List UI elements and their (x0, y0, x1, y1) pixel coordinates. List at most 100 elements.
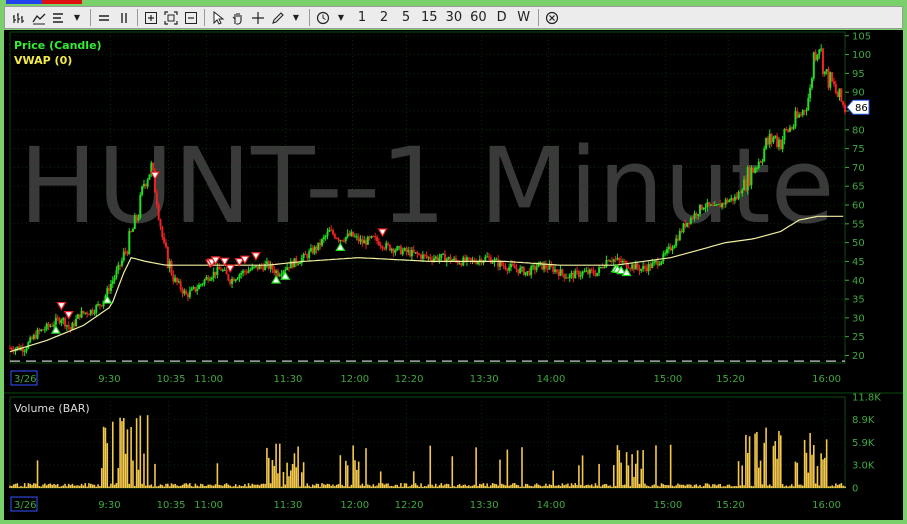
sell-signal-marker (63, 311, 74, 320)
candle-body (667, 246, 670, 250)
volume-bar (53, 483, 55, 488)
volume-bar (642, 450, 644, 488)
volume-bar (539, 485, 542, 488)
candle-body (513, 265, 516, 269)
accent-bar-blue (6, 0, 42, 4)
volume-bar (310, 486, 312, 488)
dropdown-arrow-icon[interactable]: ▼ (68, 8, 86, 27)
volume-bar (814, 483, 817, 488)
volume-bar (603, 484, 606, 488)
candle-body (238, 274, 241, 279)
candle-body (273, 269, 276, 273)
timeframe-30-button[interactable]: 30 (443, 8, 466, 27)
volume-bar (29, 483, 31, 488)
toolbar-separator (90, 9, 91, 26)
clock-icon[interactable] (314, 8, 332, 27)
volume-bar (110, 483, 112, 488)
line-chart-icon[interactable] (30, 8, 48, 27)
volume-bar (501, 483, 503, 488)
candle-body (539, 262, 542, 264)
candle-body (410, 249, 413, 257)
volume-bar (223, 484, 226, 488)
candle-body (420, 254, 423, 259)
zoom-in-icon[interactable] (142, 8, 160, 27)
chart-canvas[interactable]: HUNT--1 Minute20253035404550556065707580… (4, 30, 903, 520)
circle-x-icon[interactable] (543, 8, 561, 27)
timeframe-15-button[interactable]: 15 (418, 8, 441, 27)
candle-body (192, 287, 195, 289)
candle-body (54, 317, 57, 325)
volume-bar (579, 484, 582, 488)
bar-chart-icon[interactable] (10, 8, 28, 27)
timeframe-daily-button[interactable]: D (492, 8, 512, 27)
volume-bar (796, 462, 799, 488)
candle-body (682, 223, 685, 233)
timeframe-2-button[interactable]: 2 (374, 8, 394, 27)
vertical-split-icon[interactable] (115, 8, 133, 27)
buy-signal-marker (50, 324, 61, 334)
timeframe-1-button[interactable]: 1 (352, 8, 372, 27)
candle-body (205, 277, 208, 280)
indicator-list-icon[interactable] (50, 8, 68, 27)
pointer-icon[interactable] (209, 8, 227, 27)
dropdown-arrow-icon[interactable]: ▼ (287, 8, 305, 27)
volume-bar (122, 417, 125, 488)
hand-pan-icon[interactable] (229, 8, 247, 27)
volume-bar (825, 439, 828, 488)
volume-bar (174, 483, 176, 488)
volume-bar (732, 486, 734, 488)
volume-bar (589, 485, 591, 488)
horizontal-split-icon[interactable] (95, 8, 113, 27)
volume-bar (363, 485, 365, 488)
candle-body (298, 262, 301, 264)
chart-toolbar: ▼ ▼ ▼ 1 2 5 15 30 60 D W (4, 6, 903, 29)
price-axis-label: 40 (852, 276, 865, 287)
volume-axis-label: 3.0K (852, 460, 875, 471)
volume-bar (135, 418, 138, 488)
candle-body (588, 269, 591, 274)
volume-bar (556, 485, 558, 488)
chart-area[interactable]: HUNT--1 Minute 20 25 30 35 40 45 50 55 60 65 70 75 80… (4, 30, 903, 520)
dropdown-arrow-icon[interactable]: ▼ (332, 8, 350, 27)
volume-bar (374, 486, 376, 488)
date-label: 3/26 (14, 500, 36, 511)
timeframe-60-button[interactable]: 60 (467, 8, 490, 27)
volume-bar (194, 483, 197, 488)
volume-axis-label: 11.8K (852, 393, 881, 404)
pencil-draw-icon[interactable] (269, 8, 287, 27)
volume-bar (64, 483, 66, 488)
candle-body (484, 256, 487, 261)
crosshair-icon[interactable] (249, 8, 267, 27)
candle-body (111, 280, 114, 285)
candle-body (647, 263, 650, 272)
candle-body (495, 259, 498, 261)
volume-bar (11, 485, 13, 488)
fit-icon[interactable] (162, 8, 180, 27)
timeframe-weekly-button[interactable]: W (514, 8, 534, 27)
volume-bar (220, 485, 222, 488)
zoom-out-icon[interactable] (182, 8, 200, 27)
candle-body (76, 314, 79, 319)
volume-bar (759, 460, 762, 488)
volume-bar (69, 485, 72, 488)
candle-body (469, 258, 472, 261)
candle-body (137, 217, 140, 221)
candle-body (326, 231, 329, 236)
candle-body (583, 271, 586, 273)
volume-bar (99, 486, 101, 488)
volume-bar (205, 486, 208, 488)
candle-body (662, 253, 665, 262)
candle-body (383, 248, 386, 250)
time-axis-label: 11:00 (194, 374, 223, 385)
volume-bar (117, 468, 120, 488)
candle-body (405, 248, 408, 252)
volume-bar (139, 415, 142, 488)
candle-body (168, 260, 171, 268)
candle-body (161, 226, 164, 238)
candle-body (790, 127, 793, 129)
candle-body (665, 249, 668, 254)
volume-bar (387, 483, 389, 488)
volume-bar (754, 433, 756, 488)
candle-body (599, 266, 602, 268)
timeframe-5-button[interactable]: 5 (396, 8, 416, 27)
